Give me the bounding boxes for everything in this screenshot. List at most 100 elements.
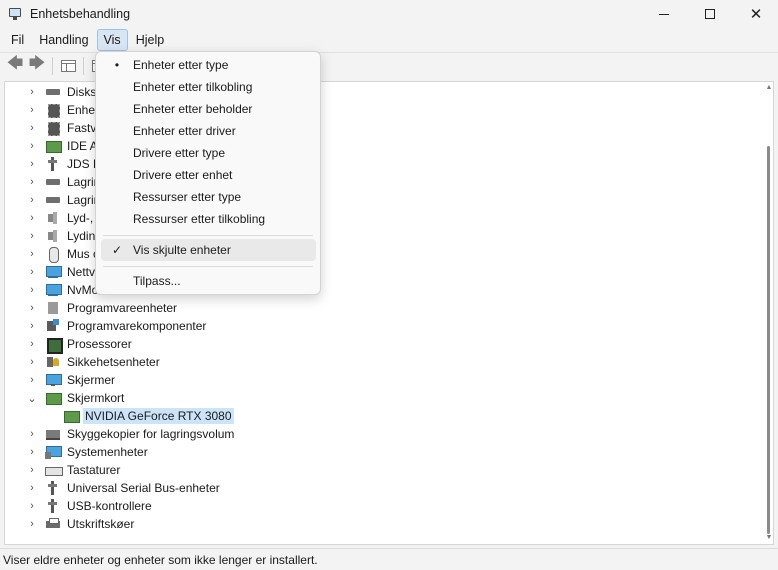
menu-handling[interactable]: Handling [32, 29, 95, 51]
disk-icon [45, 193, 61, 207]
tree-category-item[interactable]: › Sikkehetsenheter [5, 353, 162, 371]
tree-category-item[interactable]: › USB-kontrollere [5, 497, 154, 515]
tree-category-item[interactable]: ⌄ Skjermkort [5, 389, 126, 407]
display-adapter-icon [45, 391, 62, 405]
back-button[interactable]: 🡄 [4, 55, 26, 76]
tree-category-item[interactable]: › Universal Serial Bus-enheter [5, 479, 222, 497]
expand-chevron-icon[interactable]: › [27, 212, 37, 224]
close-button[interactable]: ✕ [733, 0, 778, 28]
tree-category-item[interactable]: › Lyd-, v [5, 209, 105, 227]
tree-category-item[interactable]: › Lagrin [5, 191, 102, 209]
vis-menu-item[interactable]: Enheter etter tilkobling [101, 76, 316, 98]
back-arrow-icon: 🡄 [6, 55, 24, 72]
expand-chevron-icon[interactable]: › [27, 428, 37, 440]
tree-item-label: Programvarekomponenter [67, 319, 207, 333]
expand-chevron-icon[interactable]: › [27, 122, 37, 134]
expand-chevron-icon[interactable]: › [27, 266, 37, 278]
tree-item-label: Skjermer [67, 373, 116, 387]
menu-item-label: Ressurser etter type [133, 190, 242, 204]
cpu-icon [45, 337, 63, 354]
tree-category-item[interactable]: › Utskriftskøer [5, 515, 136, 533]
vis-menu-item[interactable]: Ressurser etter type [101, 186, 316, 208]
expand-chevron-icon[interactable]: › [27, 302, 37, 314]
tree-category-item[interactable]: › Mus o [5, 245, 102, 263]
customize-item[interactable]: Tilpass... [101, 270, 316, 292]
tree-item-label: Skyggekopier for lagringsvolum [67, 427, 235, 441]
scroll-down-icon[interactable]: ▼ [765, 534, 773, 542]
menu-item-label: Enheter etter type [133, 58, 229, 72]
menu-vis[interactable]: Vis [96, 29, 128, 51]
expand-chevron-icon[interactable]: › [27, 284, 37, 296]
show-hidden-devices-item[interactable]: ✓ Vis skjulte enheter [101, 239, 316, 261]
menu-item-mark-icon: ✓ [111, 243, 123, 257]
tree-category-item[interactable]: › Skyggekopier for lagringsvolum [5, 425, 236, 443]
vis-menu-item[interactable]: • Enheter etter type [101, 54, 316, 76]
expand-chevron-icon[interactable]: › [27, 374, 37, 386]
scroll-thumb[interactable] [767, 146, 770, 534]
tree-item-label: Universal Serial Bus-enheter [67, 481, 220, 495]
maximize-icon [705, 9, 715, 19]
tree-category-item[interactable]: › Systemenheter [5, 443, 150, 461]
tree-item-label: Programvareenheter [67, 301, 178, 315]
tree-category-item[interactable]: › Prosessorer [5, 335, 134, 354]
menu-item-label: Enheter etter tilkobling [133, 80, 253, 94]
tree-category-item[interactable]: › Diskst [5, 83, 102, 101]
vertical-scrollbar[interactable]: ▲ ▼ [765, 82, 773, 544]
expand-chevron-icon[interactable]: › [27, 320, 37, 332]
expand-chevron-icon[interactable]: › [27, 86, 37, 98]
expand-chevron-icon[interactable]: › [27, 230, 37, 242]
tree-item-label: Prosessorer [67, 337, 132, 351]
expand-chevron-icon[interactable]: › [27, 104, 37, 116]
expand-chevron-icon[interactable]: › [27, 482, 37, 494]
tree-category-item[interactable]: › NvMo [5, 281, 100, 299]
tree-category-item[interactable]: › Programvarekomponenter [5, 317, 208, 335]
expand-chevron-icon[interactable]: › [27, 464, 37, 476]
network-icon [45, 283, 62, 297]
minimize-button[interactable] [641, 0, 687, 28]
tree-category-item[interactable]: › Enhet [5, 101, 100, 119]
properties-button[interactable] [57, 56, 79, 76]
tree-category-item[interactable]: › Lydinn [5, 227, 104, 245]
tree-category-item[interactable]: › Skjermer [5, 371, 117, 389]
forward-arrow-icon: 🡆 [28, 55, 46, 72]
forward-button[interactable]: 🡆 [26, 55, 48, 76]
expand-chevron-icon[interactable]: › [27, 194, 37, 206]
tree-category-item[interactable]: › Fastva [5, 119, 105, 137]
speaker-icon [45, 229, 61, 243]
vis-menu-item[interactable]: Drivere etter type [101, 142, 316, 164]
vis-menu-item[interactable]: Enheter etter beholder [101, 98, 316, 120]
tree-item-label: USB-kontrollere [67, 499, 152, 513]
expand-chevron-icon[interactable]: › [27, 356, 37, 368]
device-manager-icon [8, 6, 24, 22]
expand-chevron-icon[interactable]: › [27, 140, 37, 152]
scroll-up-icon[interactable]: ▲ [765, 84, 773, 92]
vis-menu-item[interactable]: Enheter etter driver [101, 120, 316, 142]
expand-chevron-icon[interactable]: › [27, 518, 37, 530]
expand-chevron-icon[interactable]: › [27, 338, 37, 350]
network-icon [45, 265, 62, 279]
menu-separator [103, 266, 313, 267]
usb-icon [45, 499, 61, 513]
status-bar: Viser eldre enheter og enheter som ikke … [0, 548, 778, 570]
expand-chevron-icon[interactable]: › [27, 158, 37, 170]
printer-icon [45, 517, 61, 531]
menu-fil[interactable]: Fil [4, 29, 31, 51]
tree-category-item[interactable]: › Programvareenheter [5, 299, 179, 317]
puzzle-icon [45, 319, 61, 333]
expand-chevron-icon[interactable]: › [27, 500, 37, 512]
menu-hjelp[interactable]: Hjelp [129, 29, 172, 51]
tree-device-item[interactable]: NVIDIA GeForce RTX 3080 [5, 407, 234, 425]
system-devices-icon [45, 445, 62, 459]
tree-category-item[interactable]: › Tastaturer [5, 461, 122, 479]
tree-category-item[interactable]: › JDS La [5, 155, 108, 173]
expand-chevron-icon[interactable]: › [27, 446, 37, 458]
tree-category-item[interactable]: › Lagrin [5, 173, 102, 191]
maximize-button[interactable] [687, 0, 733, 28]
tree-category-item[interactable]: › IDE AT [5, 137, 106, 155]
collapse-chevron-icon[interactable]: ⌄ [27, 393, 37, 405]
vis-menu-item[interactable]: Ressurser etter tilkobling [101, 208, 316, 230]
expand-chevron-icon[interactable]: › [27, 248, 37, 260]
expand-chevron-icon[interactable]: › [27, 176, 37, 188]
vis-menu-item[interactable]: Drivere etter enhet [101, 164, 316, 186]
tree-category-item[interactable]: › Nettve [5, 263, 104, 281]
